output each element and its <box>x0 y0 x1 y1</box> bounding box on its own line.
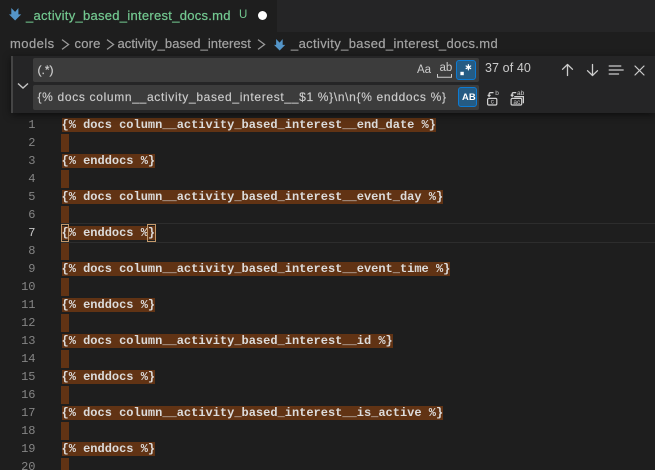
svg-text:b: b <box>495 90 499 97</box>
svg-text:ab: ab <box>517 90 525 97</box>
svg-text:ac: ac <box>513 98 521 105</box>
